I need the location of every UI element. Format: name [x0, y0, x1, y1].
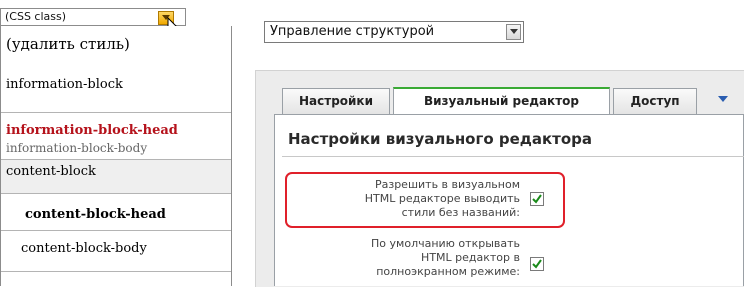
option-divider — [1, 112, 231, 113]
setting-label-fullscreen: По умолчанию открывать HTML редактор в п… — [290, 237, 520, 279]
setting-label-line: HTML редакторе выводить — [364, 192, 520, 205]
triangle-down-icon[interactable] — [718, 96, 728, 103]
option-divider — [1, 271, 231, 272]
style-option-information-block-body[interactable]: information-block-body — [1, 141, 231, 155]
checkbox-untitled-styles[interactable] — [530, 192, 544, 206]
module-select-button[interactable] — [506, 24, 521, 40]
option-divider — [1, 193, 231, 194]
setting-label-line: стили без названий: — [401, 206, 520, 219]
style-option-content-block[interactable]: content-block — [1, 160, 231, 193]
setting-label-line: полноэкранном режиме: — [376, 265, 520, 278]
chevron-down-icon — [510, 29, 518, 34]
module-select[interactable]: Управление структурой — [264, 21, 524, 43]
setting-label-line: Разрешить в визуальном — [374, 178, 520, 191]
style-option-information-block[interactable]: information-block — [1, 77, 231, 92]
style-option-remove[interactable]: (удалить стиль) — [1, 35, 231, 53]
setting-label-line: HTML редактор в — [421, 251, 520, 264]
title-divider — [282, 156, 744, 157]
tab-visual-editor[interactable]: Визуальный редактор — [393, 87, 610, 115]
style-dropdown: (CSS class) (удалить стиль) information-… — [0, 0, 232, 286]
section-title: Настройки визуального редактора — [288, 130, 593, 148]
style-option-content-block-head[interactable]: content-block-head — [1, 207, 231, 222]
setting-label-untitled-styles: Разрешить в визуальном HTML редакторе вы… — [290, 178, 520, 220]
tab-settings[interactable]: Настройки — [282, 88, 390, 114]
setting-label-line: По умолчанию открывать — [371, 237, 520, 250]
tab-access[interactable]: Доступ — [613, 88, 697, 114]
checkmark-icon — [532, 259, 542, 269]
option-divider — [1, 230, 231, 231]
checkmark-icon — [532, 194, 542, 204]
module-select-value: Управление структурой — [270, 24, 435, 39]
style-option-content-block-body[interactable]: content-block-body — [1, 241, 231, 256]
checkbox-fullscreen[interactable] — [530, 257, 544, 271]
style-options-list: (удалить стиль) information-block inform… — [0, 26, 232, 286]
style-option-information-block-head[interactable]: information-block-head — [1, 123, 231, 138]
